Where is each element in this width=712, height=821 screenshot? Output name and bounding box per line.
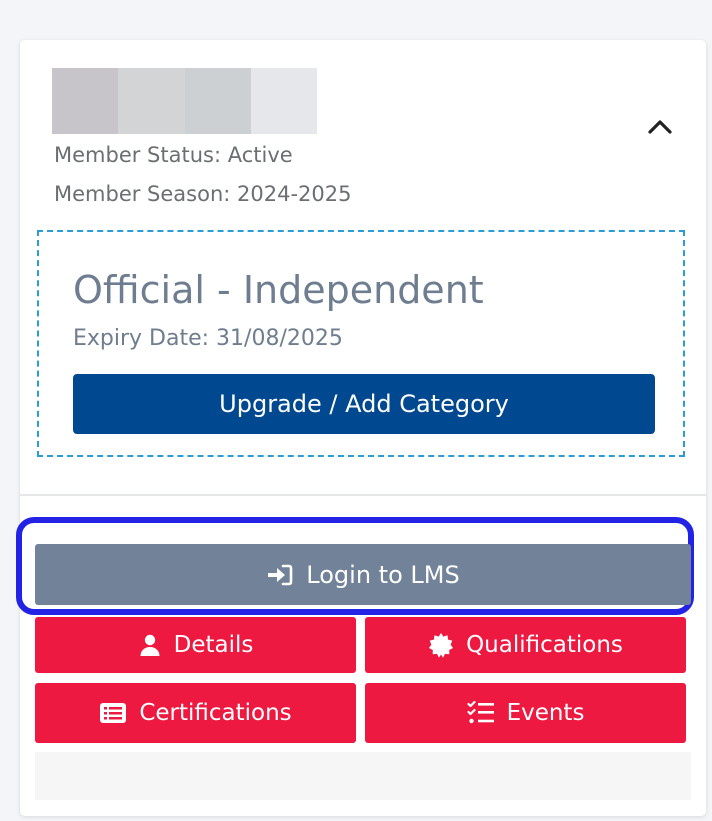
divider (20, 494, 706, 496)
details-label: Details (173, 632, 254, 658)
category-title: Official - Independent (73, 268, 484, 312)
redacted-block (118, 68, 185, 134)
member-name-redacted (52, 68, 317, 134)
login-to-lms-label: Login to LMS (306, 560, 460, 589)
chevron-up-icon[interactable] (646, 114, 674, 138)
certificate-seal-icon (428, 632, 454, 658)
redacted-block (52, 68, 119, 134)
category-panel: Official - Independent Expiry Date: 31/0… (37, 230, 685, 457)
certifications-label: Certifications (139, 700, 292, 726)
certifications-button[interactable]: Certifications (35, 683, 356, 743)
redacted-block (184, 68, 251, 134)
user-icon (138, 633, 162, 657)
category-expiry-date: Expiry Date: 31/08/2025 (73, 326, 343, 351)
login-to-lms-button[interactable]: Login to LMS (35, 544, 691, 605)
sign-in-icon (266, 563, 294, 587)
qualifications-button[interactable]: Qualifications (365, 617, 686, 673)
member-season: Member Season: 2024-2025 (54, 182, 352, 206)
qualifications-label: Qualifications (466, 632, 623, 658)
list-card-icon (99, 701, 127, 725)
member-card: Member Status: Active Member Season: 202… (16, 40, 706, 816)
events-label: Events (506, 700, 585, 726)
member-status: Member Status: Active (54, 143, 293, 167)
details-button[interactable]: Details (35, 617, 356, 673)
card-footer (35, 752, 691, 800)
events-button[interactable]: Events (365, 683, 686, 743)
redacted-block (250, 68, 317, 134)
upgrade-add-category-button[interactable]: Upgrade / Add Category (73, 374, 655, 434)
checklist-icon (466, 700, 495, 726)
